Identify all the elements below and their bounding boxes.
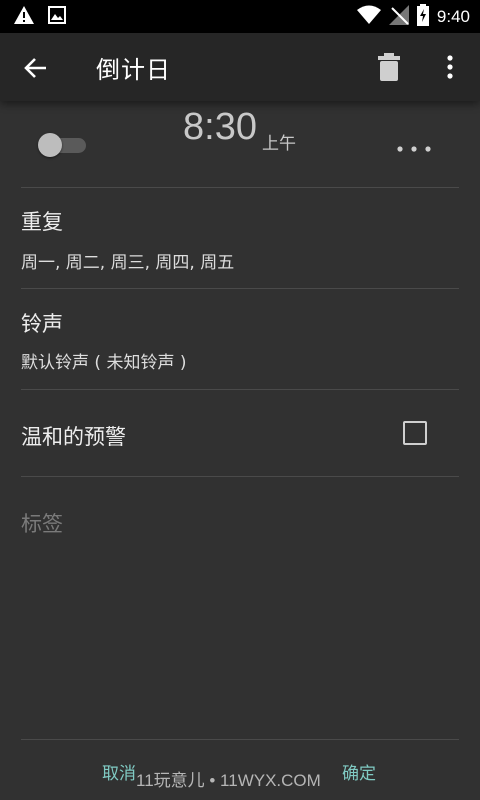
battery-charging-icon (416, 4, 429, 30)
toggle-thumb (38, 133, 62, 157)
trash-icon[interactable] (374, 51, 404, 83)
repeat-days[interactable]: 周一, 周二, 周三, 周四, 周五 (21, 248, 234, 273)
no-signal-icon (388, 5, 409, 29)
divider (21, 187, 459, 188)
warning-icon (14, 6, 34, 28)
back-arrow-icon[interactable] (20, 53, 54, 83)
page-title: 倒计日 (96, 56, 171, 84)
gentle-alert-label[interactable]: 温和的预警 (21, 421, 126, 451)
alarm-time[interactable]: 8:30 (183, 106, 257, 149)
watermark: 11玩意儿 • 11WYX.COM (136, 771, 321, 790)
overflow-menu-icon[interactable] (440, 51, 460, 83)
cancel-button[interactable]: 取消 (102, 759, 136, 784)
app-bar: 倒计日 (0, 33, 480, 101)
status-bar: 9:40 (0, 0, 480, 33)
alarm-enable-toggle[interactable] (38, 133, 88, 157)
more-horizontal-icon[interactable] (396, 140, 436, 152)
confirm-button[interactable]: 确定 (342, 759, 376, 784)
divider (21, 476, 459, 477)
gentle-alert-checkbox[interactable] (403, 421, 427, 445)
divider (21, 389, 459, 390)
tag-input[interactable]: 标签 (21, 508, 63, 538)
image-icon (48, 6, 66, 28)
divider (21, 288, 459, 289)
repeat-label[interactable]: 重复 (21, 206, 63, 236)
ringtone-label[interactable]: 铃声 (21, 308, 63, 338)
wifi-icon (356, 5, 381, 29)
alarm-ampm: 上午 (262, 134, 296, 154)
ringtone-value[interactable]: 默认铃声 ( 未知铃声 ) (21, 348, 186, 373)
status-time: 9:40 (436, 7, 470, 26)
divider (21, 739, 459, 740)
